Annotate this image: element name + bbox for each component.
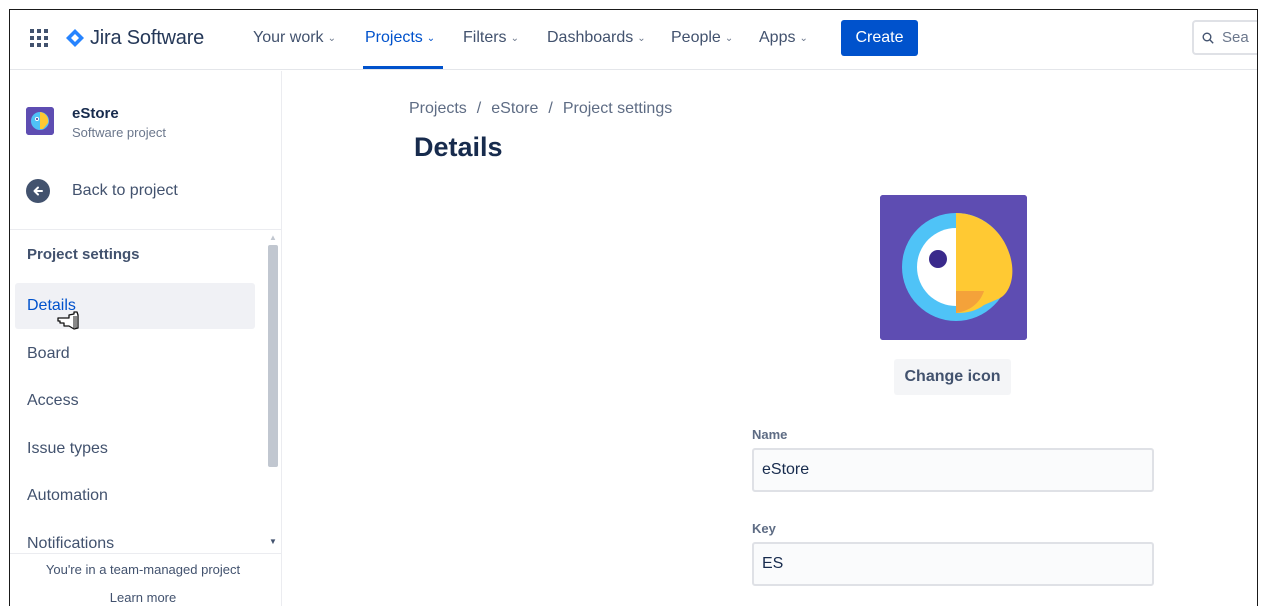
chevron-down-icon: ⌄ xyxy=(426,32,436,44)
divider xyxy=(10,553,282,554)
sidebar-item-notifications[interactable]: Notifications xyxy=(15,521,255,567)
create-button[interactable]: Create xyxy=(841,20,918,56)
nav-dashboards-label: Dashboards xyxy=(547,29,634,46)
learn-more-link[interactable]: Learn more xyxy=(10,590,276,605)
page-title: Details xyxy=(414,132,503,162)
search-icon xyxy=(1202,32,1214,44)
jira-logo[interactable]: Jira Software xyxy=(66,25,204,51)
breadcrumb-projects[interactable]: Projects xyxy=(409,100,467,118)
project-type: Software project xyxy=(72,125,166,140)
app-window: Jira Software Your work ⌄ Projects ⌄ Filte… xyxy=(9,9,1258,606)
scrollbar-thumb[interactable] xyxy=(268,245,278,467)
nav-people[interactable]: People ⌄ xyxy=(671,26,733,50)
key-input[interactable] xyxy=(752,542,1154,586)
scroll-down-icon[interactable]: ▼ xyxy=(269,537,277,546)
project-avatar-icon xyxy=(26,107,54,135)
sidebar-item-access[interactable]: Access xyxy=(15,378,255,424)
jira-diamond-icon xyxy=(66,29,84,47)
name-field-label: Name xyxy=(752,427,788,442)
nav-your-work[interactable]: Your work ⌄ xyxy=(253,26,336,50)
active-nav-indicator xyxy=(363,66,443,69)
chevron-down-icon: ⌄ xyxy=(327,32,336,44)
chevron-down-icon: ⌄ xyxy=(724,32,734,44)
chevron-down-icon: ⌄ xyxy=(799,32,808,44)
nav-dashboards[interactable]: Dashboards ⌄ xyxy=(547,26,646,50)
project-header: eStore Software project xyxy=(26,105,166,140)
chevron-down-icon: ⌄ xyxy=(637,32,646,44)
breadcrumb: Projects / eStore / Project settings xyxy=(409,100,672,118)
settings-nav-list: Details Board Access Issue types Automat… xyxy=(15,283,255,568)
breadcrumb-project-settings[interactable]: Project settings xyxy=(563,100,672,118)
name-input[interactable] xyxy=(752,448,1154,492)
project-icon-preview xyxy=(880,195,1027,340)
nav-your-work-label: Your work xyxy=(253,29,324,46)
divider xyxy=(10,229,282,230)
nav-projects[interactable]: Projects ⌄ xyxy=(365,26,435,50)
nav-people-label: People xyxy=(671,29,721,46)
sidebar-item-automation[interactable]: Automation xyxy=(15,473,255,519)
breadcrumb-estore[interactable]: eStore xyxy=(491,100,538,118)
pointer-cursor-icon xyxy=(57,311,79,330)
app-switcher-icon[interactable] xyxy=(30,29,48,47)
nav-apps-label: Apps xyxy=(759,29,796,46)
sidebar-scrollbar[interactable]: ▲ ▼ xyxy=(266,231,280,553)
sidebar: eStore Software project Back to project … xyxy=(10,71,282,606)
sidebar-item-board[interactable]: Board xyxy=(15,331,255,377)
back-to-project-link[interactable]: Back to project xyxy=(26,179,178,203)
back-to-project-label: Back to project xyxy=(72,182,178,199)
chevron-down-icon: ⌄ xyxy=(510,32,519,44)
nav-filters[interactable]: Filters ⌄ xyxy=(463,26,519,50)
team-managed-note: You're in a team-managed project xyxy=(45,562,241,577)
nav-apps[interactable]: Apps ⌄ xyxy=(759,26,808,50)
product-name: Jira Software xyxy=(90,26,205,49)
arrow-left-icon xyxy=(26,179,50,203)
search-input[interactable]: Sea xyxy=(1192,20,1257,55)
breadcrumb-separator: / xyxy=(476,100,482,117)
search-placeholder: Sea xyxy=(1222,29,1249,46)
sidebar-item-details[interactable]: Details xyxy=(15,283,255,329)
scroll-up-icon[interactable]: ▲ xyxy=(269,233,277,242)
sidebar-item-issue-types[interactable]: Issue types xyxy=(15,426,255,472)
nav-projects-label: Projects xyxy=(365,29,423,46)
key-field-label: Key xyxy=(752,521,776,536)
project-settings-heading: Project settings xyxy=(27,246,140,263)
change-icon-button[interactable]: Change icon xyxy=(894,359,1011,395)
top-navigation: Jira Software Your work ⌄ Projects ⌄ Filte… xyxy=(10,10,1257,70)
parrot-icon xyxy=(880,195,1027,340)
nav-filters-label: Filters xyxy=(463,29,507,46)
project-name: eStore xyxy=(72,105,119,122)
breadcrumb-separator: / xyxy=(548,100,553,117)
